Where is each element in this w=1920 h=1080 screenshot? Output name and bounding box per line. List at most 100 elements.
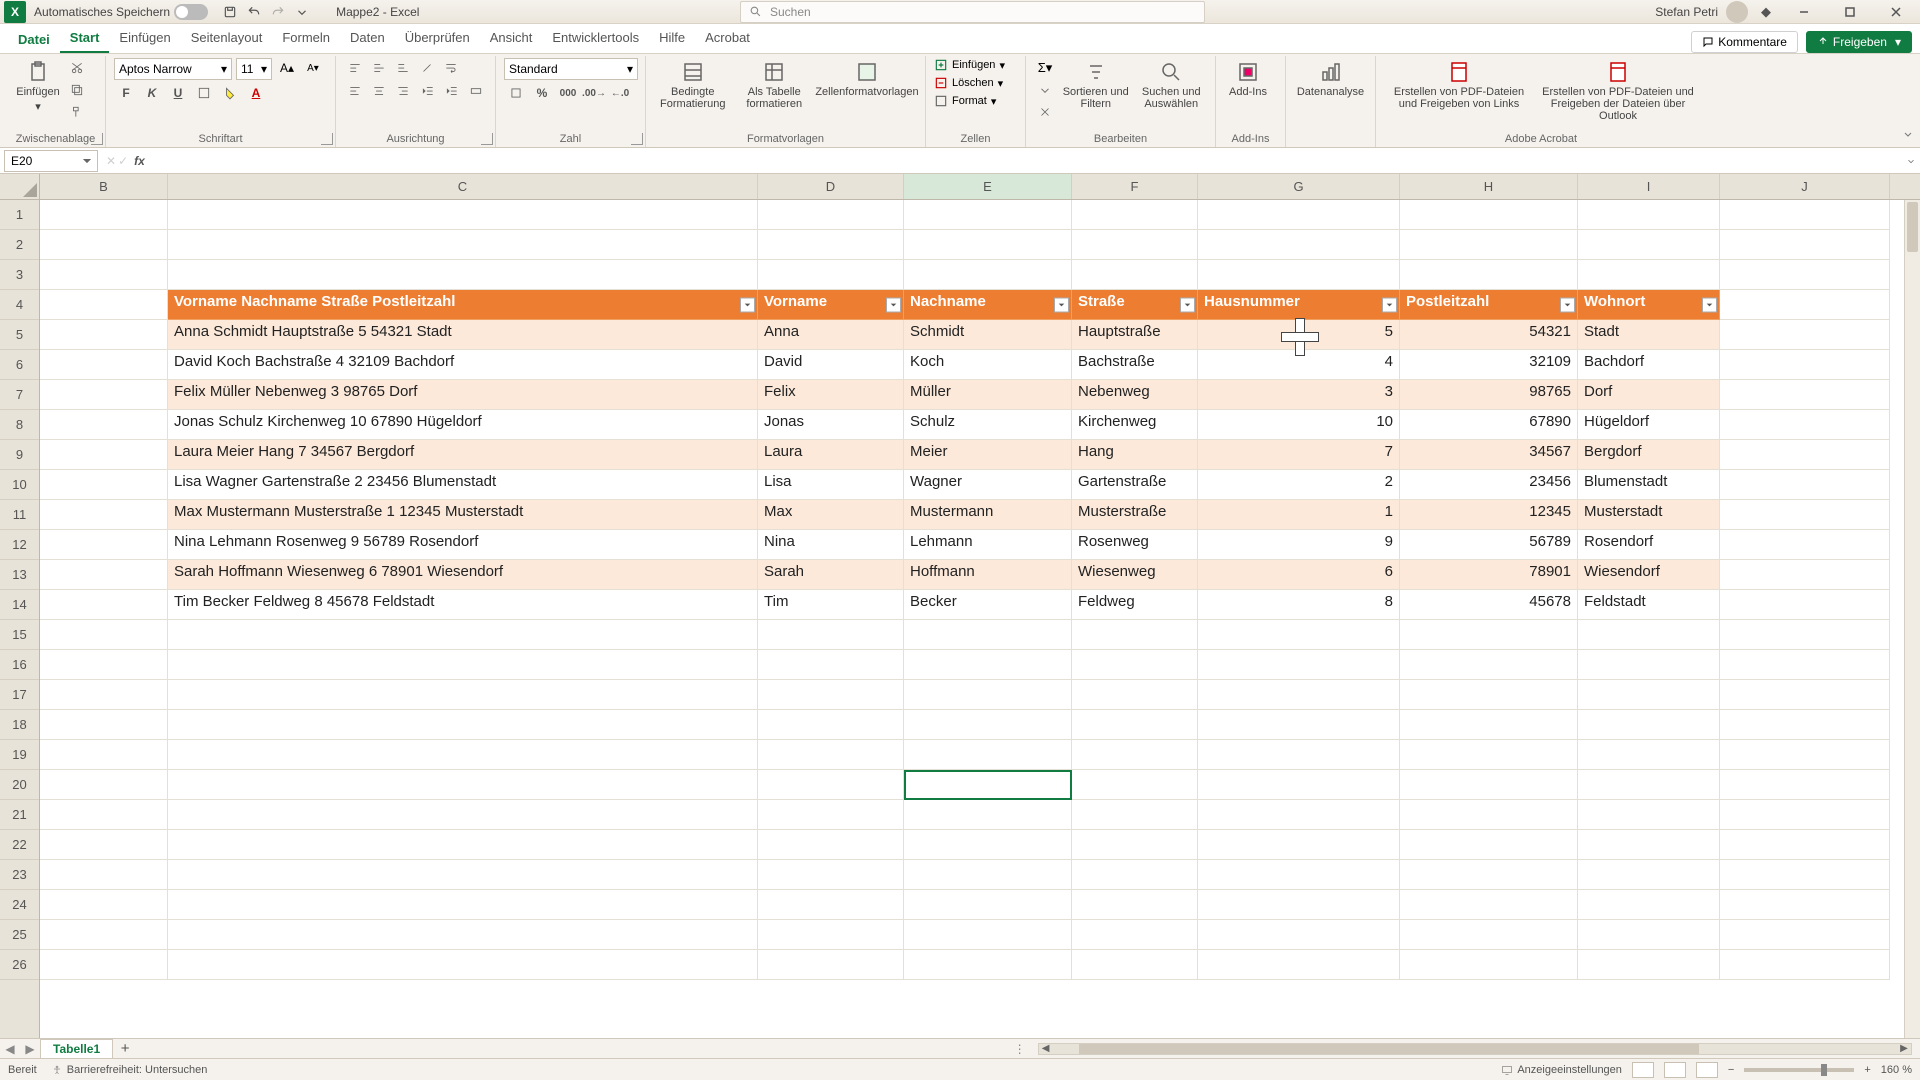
cell[interactable] <box>1720 470 1890 500</box>
cell[interactable]: Max <box>758 500 904 530</box>
column-header-J[interactable]: J <box>1720 174 1890 199</box>
cell[interactable]: 34567 <box>1400 440 1578 470</box>
cell[interactable] <box>168 680 758 710</box>
cell[interactable]: Laura Meier Hang 7 34567 Bergdorf <box>168 440 758 470</box>
shrink-font-icon[interactable]: A▾ <box>302 58 324 78</box>
grow-font-icon[interactable]: A▴ <box>276 58 298 78</box>
grid[interactable]: BCDEFGHIJ Vorname Nachname Straße Postle… <box>40 174 1920 1038</box>
cell[interactable]: Dorf <box>1578 380 1720 410</box>
cell[interactable] <box>40 920 168 950</box>
cell[interactable] <box>758 680 904 710</box>
cell[interactable]: 32109 <box>1400 350 1578 380</box>
cell[interactable] <box>1720 590 1890 620</box>
cell[interactable] <box>758 890 904 920</box>
cell[interactable]: 9 <box>1198 530 1400 560</box>
increase-decimal-icon[interactable]: .00→ <box>582 82 606 104</box>
cell[interactable]: Tim Becker Feldweg 8 45678 Feldstadt <box>168 590 758 620</box>
cell[interactable] <box>904 200 1072 230</box>
clear-icon[interactable] <box>1034 102 1056 122</box>
maximize-button[interactable] <box>1830 0 1870 24</box>
cell[interactable] <box>1720 410 1890 440</box>
sort-filter-button[interactable]: Sortieren und Filtern <box>1060 58 1132 110</box>
prev-sheet-icon[interactable]: ◀ <box>0 1042 20 1056</box>
align-top-icon[interactable] <box>344 58 366 78</box>
horizontal-scrollbar[interactable]: ◀ ▶ <box>1038 1043 1912 1055</box>
cell[interactable] <box>1072 920 1198 950</box>
cell[interactable] <box>1072 860 1198 890</box>
cell[interactable]: 12345 <box>1400 500 1578 530</box>
search-input[interactable]: Suchen <box>740 1 1205 23</box>
cell[interactable]: Musterstraße <box>1072 500 1198 530</box>
cell[interactable] <box>40 860 168 890</box>
cell[interactable] <box>904 740 1072 770</box>
bold-button[interactable]: F <box>114 82 138 104</box>
cell[interactable]: Laura <box>758 440 904 470</box>
alignment-launcher[interactable] <box>481 133 493 145</box>
cell[interactable] <box>1198 800 1400 830</box>
cell[interactable]: Nina Lehmann Rosenweg 9 56789 Rosendorf <box>168 530 758 560</box>
tab-daten[interactable]: Daten <box>340 24 395 53</box>
tab-überprüfen[interactable]: Überprüfen <box>395 24 480 53</box>
cell[interactable] <box>1072 650 1198 680</box>
cell[interactable] <box>758 950 904 980</box>
row-header[interactable]: 7 <box>0 380 39 410</box>
formula-input[interactable] <box>149 150 1898 172</box>
cell[interactable] <box>1198 620 1400 650</box>
tab-seitenlayout[interactable]: Seitenlayout <box>181 24 273 53</box>
cell[interactable] <box>1198 710 1400 740</box>
cell[interactable] <box>758 650 904 680</box>
row-header[interactable]: 4 <box>0 290 39 320</box>
cell[interactable] <box>1578 860 1720 890</box>
cell[interactable]: 98765 <box>1400 380 1578 410</box>
cell[interactable] <box>1720 680 1890 710</box>
cell[interactable] <box>1578 710 1720 740</box>
cell[interactable]: Hoffmann <box>904 560 1072 590</box>
number-launcher[interactable] <box>631 133 643 145</box>
cell[interactable]: Stadt <box>1578 320 1720 350</box>
row-header[interactable]: 20 <box>0 770 39 800</box>
cell[interactable] <box>1578 800 1720 830</box>
clipboard-launcher[interactable] <box>91 133 103 145</box>
column-header-I[interactable]: I <box>1578 174 1720 199</box>
decrease-indent-icon[interactable] <box>417 80 439 102</box>
italic-button[interactable]: K <box>140 82 164 104</box>
cell[interactable]: Sarah <box>758 560 904 590</box>
cell[interactable] <box>1198 950 1400 980</box>
cell[interactable] <box>1400 740 1578 770</box>
delete-cells-button[interactable]: Löschen ▾ <box>934 76 1003 90</box>
format-as-table-button[interactable]: Als Tabelle formatieren <box>736 58 814 110</box>
cell[interactable] <box>1720 920 1890 950</box>
cell[interactable] <box>40 470 168 500</box>
cell[interactable]: 8 <box>1198 590 1400 620</box>
cell[interactable] <box>904 680 1072 710</box>
column-header-C[interactable]: C <box>168 174 758 199</box>
cell[interactable]: Lisa <box>758 470 904 500</box>
cell[interactable] <box>168 950 758 980</box>
cell[interactable]: Schmidt <box>904 320 1072 350</box>
tab-file[interactable]: Datei <box>8 26 60 53</box>
cell[interactable] <box>1720 260 1890 290</box>
filter-dropdown-icon[interactable] <box>1054 297 1069 312</box>
row-header[interactable]: 15 <box>0 620 39 650</box>
row-header[interactable]: 3 <box>0 260 39 290</box>
cell[interactable] <box>1720 800 1890 830</box>
fill-icon[interactable] <box>1034 80 1056 100</box>
cell[interactable] <box>1072 740 1198 770</box>
cell[interactable] <box>904 620 1072 650</box>
cell[interactable] <box>1400 860 1578 890</box>
qat-undo-icon[interactable] <box>242 2 266 22</box>
cell[interactable]: Hausnummer <box>1198 290 1400 320</box>
addins-button[interactable]: Add-Ins <box>1224 58 1272 98</box>
filter-dropdown-icon[interactable] <box>1702 297 1717 312</box>
qat-save-icon[interactable] <box>218 2 242 22</box>
cell[interactable] <box>1400 200 1578 230</box>
cell[interactable] <box>168 890 758 920</box>
cell[interactable] <box>168 650 758 680</box>
comma-icon[interactable]: 000 <box>556 82 580 104</box>
cell[interactable]: Hauptstraße <box>1072 320 1198 350</box>
minimize-button[interactable] <box>1784 0 1824 24</box>
cell[interactable] <box>168 710 758 740</box>
tab-acrobat[interactable]: Acrobat <box>695 24 760 53</box>
view-page-break-icon[interactable] <box>1696 1062 1718 1078</box>
create-pdf-link-button[interactable]: Erstellen von PDF-Dateien und Freigeben … <box>1384 58 1534 110</box>
